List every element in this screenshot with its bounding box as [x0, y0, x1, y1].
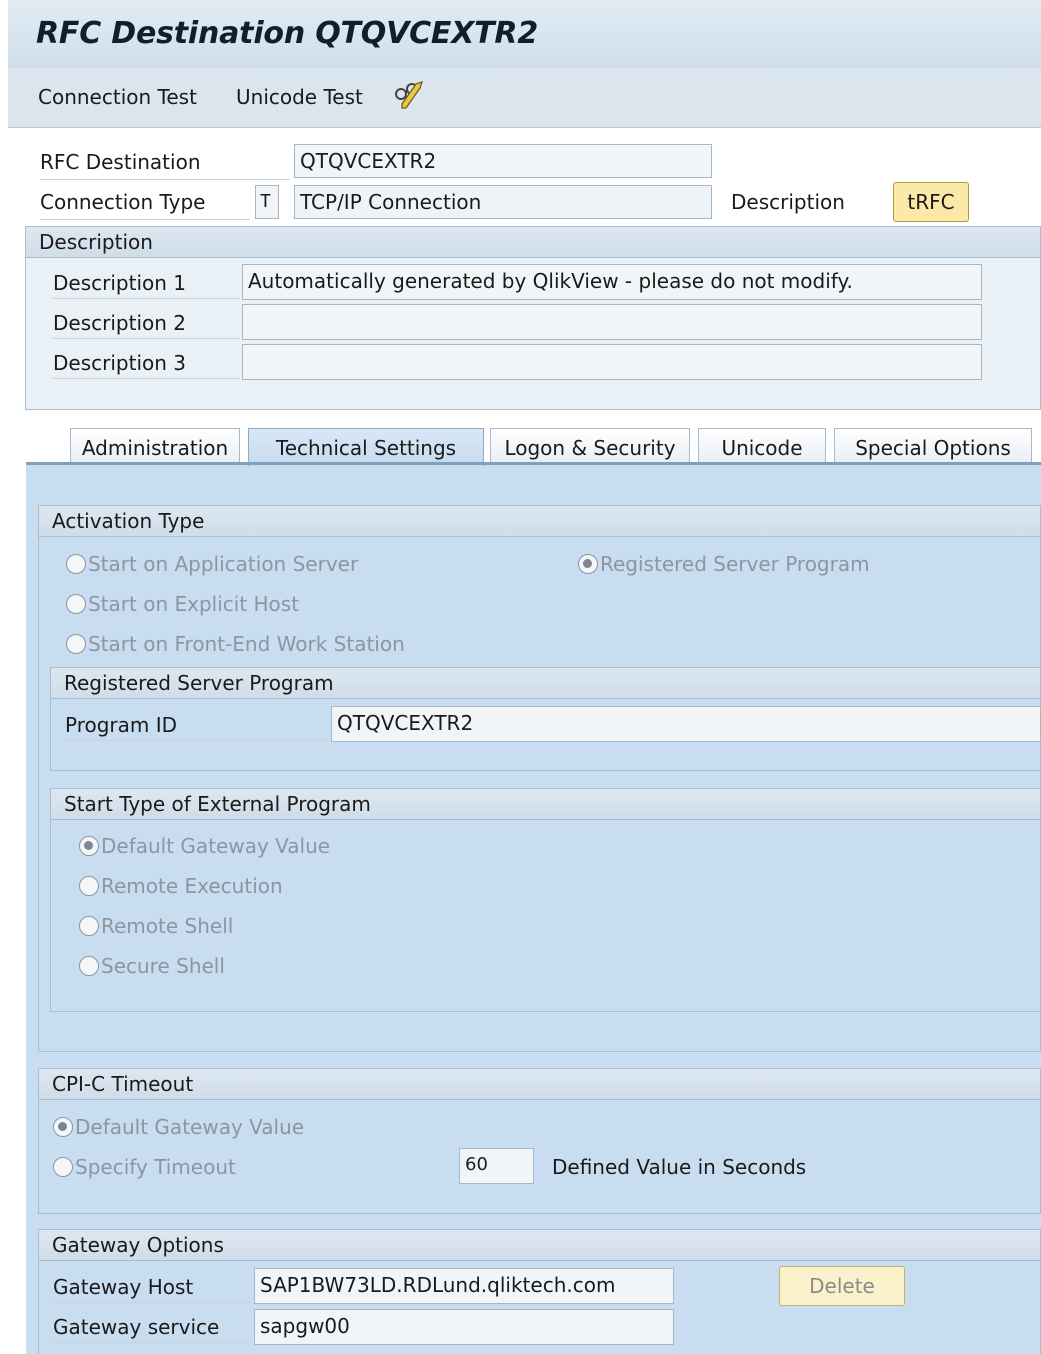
radio-remote-execution[interactable]: Remote Execution	[79, 873, 283, 899]
rfc-destination-field[interactable]: QTQVCEXTR2	[294, 144, 712, 178]
rfc-destination-label: RFC Destination	[40, 150, 290, 180]
connection-type-text: TCP/IP Connection	[294, 185, 712, 219]
program-id-label: Program ID	[65, 713, 327, 741]
tab-unicode[interactable]: Unicode	[698, 428, 826, 464]
description-1-label: Description 1	[53, 271, 240, 299]
registered-server-program-title: Registered Server Program	[51, 668, 1040, 699]
radio-cpic-default-gateway-value[interactable]: Default Gateway Value	[53, 1114, 304, 1140]
description-3-field[interactable]	[242, 344, 982, 380]
radio-circle-icon	[79, 876, 99, 896]
radio-circle-icon	[53, 1157, 73, 1177]
gateway-service-label: Gateway service	[53, 1315, 251, 1343]
radio-secure-shell[interactable]: Secure Shell	[79, 953, 225, 979]
description-3-label: Description 3	[53, 351, 240, 379]
description-1-field[interactable]: Automatically generated by QlikView - pl…	[242, 264, 982, 300]
page-title: RFC Destination QTQVCEXTR2	[36, 16, 538, 51]
description-label: Description	[731, 190, 845, 214]
radio-start-explicit-host[interactable]: Start on Explicit Host	[66, 591, 299, 617]
tab-administration[interactable]: Administration	[70, 428, 240, 464]
delete-button[interactable]: Delete	[779, 1266, 905, 1306]
radio-circle-icon	[79, 916, 99, 936]
connection-type-label: Connection Type	[40, 190, 250, 220]
radio-selected-icon	[578, 554, 598, 574]
radio-specify-timeout[interactable]: Specify Timeout	[53, 1154, 236, 1180]
connection-test-button[interactable]: Connection Test	[38, 84, 197, 110]
description-2-label: Description 2	[53, 311, 240, 339]
tab-logon-security[interactable]: Logon & Security	[490, 428, 690, 464]
radio-selected-icon	[79, 836, 99, 856]
gateway-host-label: Gateway Host	[53, 1275, 251, 1303]
connection-type-code-field[interactable]: T	[255, 185, 279, 219]
activation-type-title: Activation Type	[39, 506, 1040, 537]
radio-start-frontend[interactable]: Start on Front-End Work Station	[66, 631, 405, 657]
radio-default-gateway-value[interactable]: Default Gateway Value	[79, 833, 330, 859]
radio-start-app-server[interactable]: Start on Application Server	[66, 551, 358, 577]
gateway-options-title: Gateway Options	[39, 1230, 1040, 1261]
description-2-field[interactable]	[242, 304, 982, 340]
radio-registered-server-program[interactable]: Registered Server Program	[578, 551, 870, 577]
description-group-title: Description	[26, 227, 1040, 258]
gateway-host-field[interactable]: SAP1BW73LD.RDLund.qliktech.com	[254, 1268, 674, 1304]
timeout-unit-label: Defined Value in Seconds	[552, 1155, 807, 1179]
radio-selected-icon	[53, 1117, 73, 1137]
cpic-timeout-title: CPI-C Timeout	[39, 1069, 1040, 1100]
radio-circle-icon	[79, 956, 99, 976]
radio-circle-icon	[66, 554, 86, 574]
timeout-value-field[interactable]: 60	[459, 1148, 534, 1184]
unicode-test-button[interactable]: Unicode Test	[236, 84, 363, 110]
start-type-title: Start Type of External Program	[51, 789, 1040, 820]
gateway-service-field[interactable]: sapgw00	[254, 1309, 674, 1345]
cpic-timeout-group: CPI-C Timeout	[38, 1068, 1041, 1214]
radio-circle-icon	[66, 634, 86, 654]
tab-strip-divider	[26, 462, 1041, 465]
program-id-field[interactable]: QTQVCEXTR2	[331, 706, 1041, 742]
tab-special-options[interactable]: Special Options	[834, 428, 1032, 464]
radio-remote-shell[interactable]: Remote Shell	[79, 913, 233, 939]
tab-technical-settings[interactable]: Technical Settings	[248, 428, 484, 466]
pencil-glasses-icon[interactable]	[392, 80, 426, 112]
radio-circle-icon	[66, 594, 86, 614]
trfc-button[interactable]: tRFC	[893, 182, 969, 222]
